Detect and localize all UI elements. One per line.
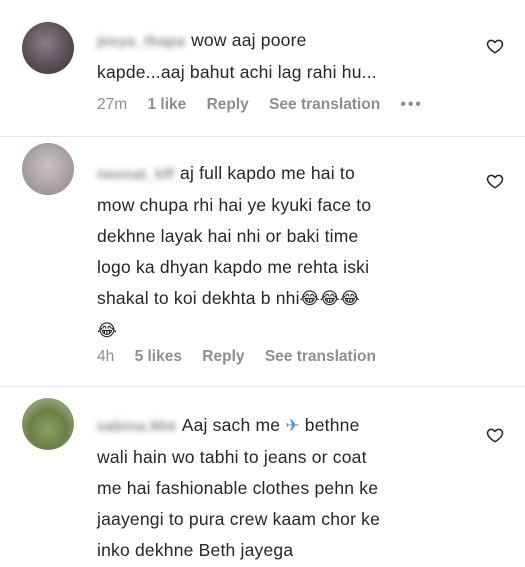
laughing-emoji-icon: 😂 <box>97 321 118 341</box>
comment-text-line: me hai fashionable clothes pehn ke <box>97 478 379 498</box>
like-count[interactable]: 5 likes <box>135 348 182 365</box>
comment-text-line: bethne <box>304 415 360 435</box>
comment-text-line: jaayengi to pura crew kaam chor ke <box>97 509 381 529</box>
divider <box>0 386 525 387</box>
see-translation-link[interactable]: See translation <box>265 348 376 365</box>
avatar[interactable] <box>22 398 74 450</box>
comment-text-line: wow aaj poore <box>191 30 307 50</box>
comment-meta: 27m 1 like Reply See translation ••• <box>97 96 439 114</box>
laughing-emoji-icon: 😂😂😂 <box>299 289 360 309</box>
like-count[interactable]: 1 like <box>147 96 186 113</box>
more-options-icon[interactable]: ••• <box>401 96 423 113</box>
comment-text-line: aj full kapdo me hai to <box>180 163 355 183</box>
comment-body: neenat_kff aj full kapdo me hai to mow ch… <box>97 158 457 347</box>
heart-outline-icon[interactable] <box>486 172 504 190</box>
comment-text-line: inko dekhne Beth jayega <box>97 540 294 560</box>
comment-time: 27m <box>97 96 128 113</box>
heart-outline-icon[interactable] <box>486 37 504 55</box>
comment-text-line: dekhne layak hai nhi or baki time <box>97 226 359 246</box>
avatar[interactable] <box>22 22 74 74</box>
comment-time: 4h <box>97 348 115 365</box>
comment-text-line: wali hain wo tabhi to jeans or coat <box>97 447 367 467</box>
comment-body: jeeya_thapa wow aaj poore kapde...aaj bah… <box>97 25 457 88</box>
username[interactable]: neenat_kff <box>97 159 174 190</box>
comment-meta: 4h 5 likes Reply See translation <box>97 348 392 366</box>
see-translation-link[interactable]: See translation <box>269 96 380 113</box>
heart-outline-icon[interactable] <box>486 426 504 444</box>
divider <box>0 136 525 137</box>
comment-text-line: shakal to koi dekhta b nhi <box>97 288 300 308</box>
comment-text-line: Aaj sach me <box>181 415 281 435</box>
reply-button[interactable]: Reply <box>202 348 244 365</box>
comment-body: sabina.904 Aaj sach me ✈ bethne wali hain… <box>97 410 457 566</box>
comment-text-line: mow chupa rhi hai ye kyuki face to <box>97 195 372 215</box>
username[interactable]: sabina.904 <box>97 411 176 442</box>
username[interactable]: jeeya_thapa <box>97 26 185 57</box>
avatar[interactable] <box>22 143 74 195</box>
reply-button[interactable]: Reply <box>207 96 249 113</box>
comment-text-line: logo ka dhyan kapdo me rehta iski <box>97 257 370 277</box>
airplane-emoji-icon: ✈ <box>285 416 300 436</box>
comment-text-line: kapde...aaj bahut achi lag rahi hu... <box>97 62 377 82</box>
